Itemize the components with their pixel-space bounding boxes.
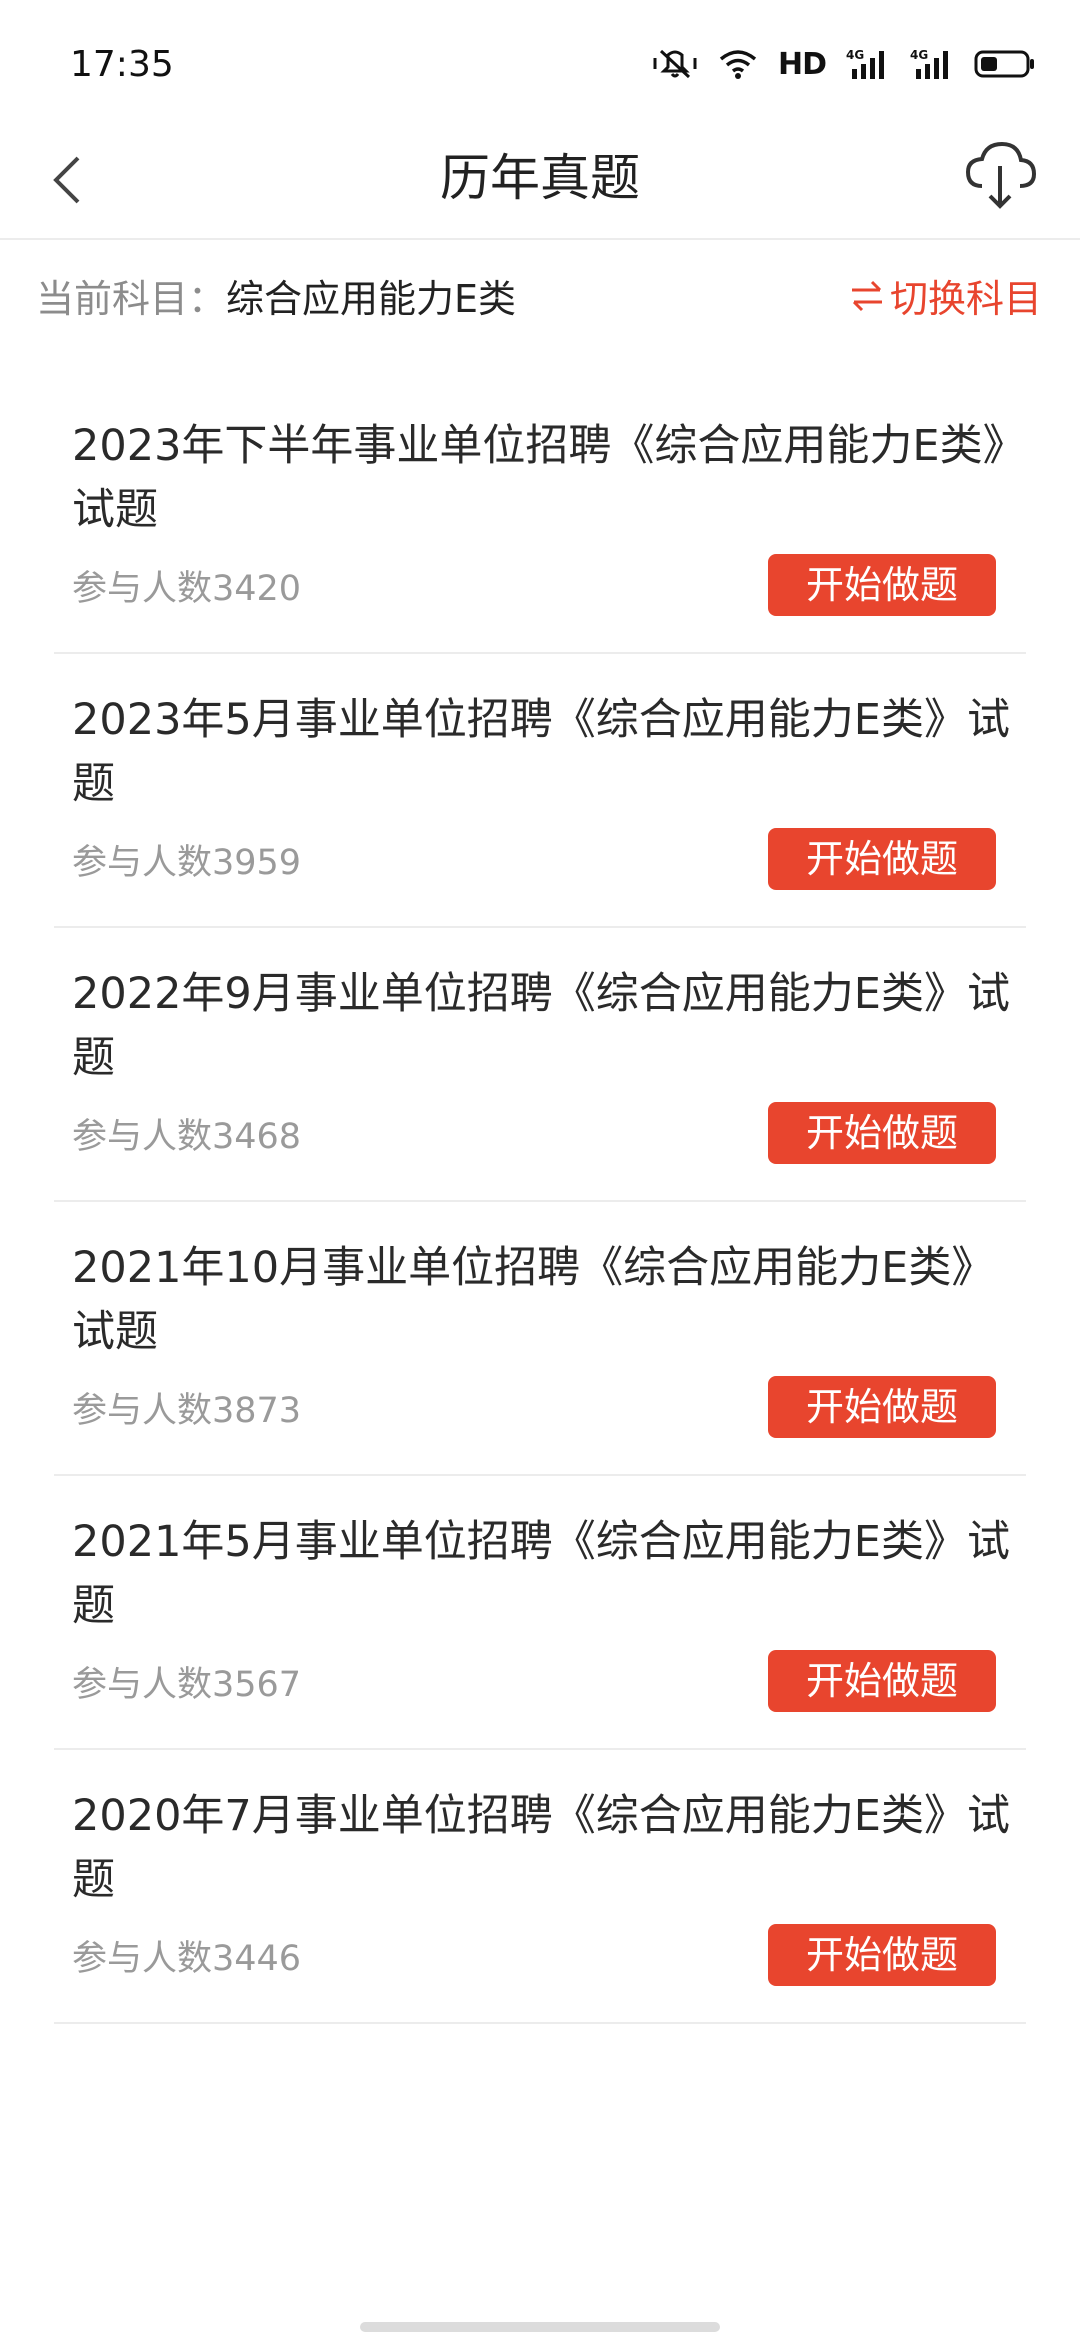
switch-subject-button[interactable]: 切换科目 xyxy=(850,268,1042,323)
nav-bar: 历年真题 xyxy=(0,120,1080,240)
current-subject-label: 当前科目： xyxy=(36,277,227,321)
svg-text:4G: 4G xyxy=(910,48,928,62)
participant-count: 参与人数3567 xyxy=(72,1665,302,1705)
start-quiz-button[interactable]: 开始做题 xyxy=(768,1650,996,1712)
list-item[interactable]: 2022年9月事业单位招聘《综合应用能力E类》试题 参与人数3468 开始做题 xyxy=(54,928,1026,1202)
signal-4g-icon-2: 4G xyxy=(910,47,954,81)
mute-vibrate-icon xyxy=(652,47,698,81)
list-item[interactable]: 2021年5月事业单位招聘《综合应用能力E类》试题 参与人数3567 开始做题 xyxy=(54,1476,1026,1750)
current-subject: 当前科目：综合应用能力E类 xyxy=(36,268,516,323)
switch-subject-label: 切换科目 xyxy=(889,277,1042,321)
battery-icon xyxy=(974,49,1036,79)
participant-count: 参与人数3420 xyxy=(72,569,302,609)
list-item[interactable]: 2020年7月事业单位招聘《综合应用能力E类》试题 参与人数3446 开始做题 xyxy=(54,1750,1026,2024)
participant-count: 参与人数3468 xyxy=(72,1117,302,1157)
home-indicator[interactable] xyxy=(360,2322,720,2332)
start-quiz-button[interactable]: 开始做题 xyxy=(768,828,996,890)
status-icons: HD 4G 4G xyxy=(652,44,1036,84)
list-item[interactable]: 2023年下半年事业单位招聘《综合应用能力E类》试题 参与人数3420 开始做题 xyxy=(54,380,1026,654)
exam-title: 2023年5月事业单位招聘《综合应用能力E类》试题 xyxy=(72,695,1010,809)
exam-title: 2021年10月事业单位招聘《综合应用能力E类》试题 xyxy=(72,1243,995,1357)
wifi-icon xyxy=(718,48,758,80)
start-quiz-button[interactable]: 开始做题 xyxy=(768,1376,996,1438)
start-quiz-button[interactable]: 开始做题 xyxy=(768,554,996,616)
exam-title: 2023年下半年事业单位招聘《综合应用能力E类》试题 xyxy=(72,421,1005,535)
participant-count: 参与人数3446 xyxy=(72,1939,302,1979)
participant-count: 参与人数3873 xyxy=(72,1391,302,1431)
cloud-download-icon xyxy=(965,141,1037,209)
start-quiz-button[interactable]: 开始做题 xyxy=(768,1102,996,1164)
current-subject-value: 综合应用能力E类 xyxy=(226,277,517,321)
subject-bar: 当前科目：综合应用能力E类 切换科目 xyxy=(0,240,1080,350)
svg-text:4G: 4G xyxy=(846,48,864,62)
exam-title: 2020年7月事业单位招聘《综合应用能力E类》试题 xyxy=(72,1791,1010,1905)
participant-count: 参与人数3959 xyxy=(72,843,302,883)
status-bar: 17:35 HD 4G 4G xyxy=(0,0,1080,130)
signal-4g-icon: 4G xyxy=(846,47,890,81)
status-time: 17:35 xyxy=(70,44,174,85)
download-button[interactable] xyxy=(958,132,1042,216)
list-item[interactable]: 2021年10月事业单位招聘《综合应用能力E类》试题 参与人数3873 开始做题 xyxy=(54,1202,1026,1476)
swap-arrows-icon xyxy=(851,280,882,311)
hd-indicator: HD xyxy=(777,46,827,82)
page-title: 历年真题 xyxy=(440,149,640,207)
exam-title: 2021年5月事业单位招聘《综合应用能力E类》试题 xyxy=(72,1517,1010,1631)
start-quiz-button[interactable]: 开始做题 xyxy=(768,1924,996,1986)
exam-title: 2022年9月事业单位招聘《综合应用能力E类》试题 xyxy=(72,969,1010,1083)
exam-list: 2023年下半年事业单位招聘《综合应用能力E类》试题 参与人数3420 开始做题… xyxy=(0,380,1080,2024)
list-item[interactable]: 2023年5月事业单位招聘《综合应用能力E类》试题 参与人数3959 开始做题 xyxy=(54,654,1026,928)
